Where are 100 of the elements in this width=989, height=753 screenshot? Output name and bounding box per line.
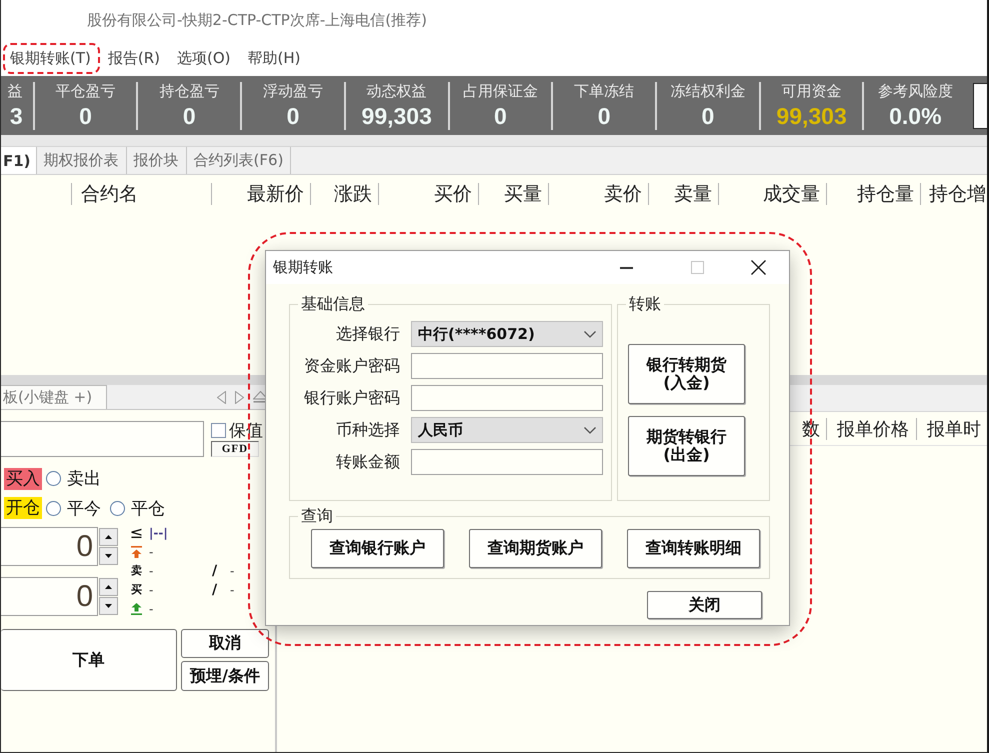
group-label: 查询 (300, 507, 334, 525)
price-value: - (230, 564, 236, 578)
radio-option[interactable]: 平仓 (110, 496, 165, 520)
summary-value: 99,303 (776, 102, 847, 130)
arrow-bar-icon (131, 546, 142, 558)
column-header: 买价 (434, 182, 472, 204)
price-value: - (149, 582, 154, 596)
summary-value: 99,303 (362, 102, 432, 130)
dropdown-field[interactable]: GFD (211, 441, 259, 457)
radio-icon (46, 500, 61, 516)
column-header: 卖价 (604, 182, 642, 204)
triangle-left-icon[interactable] (217, 390, 226, 404)
dropdown-field[interactable]: 人民币 (411, 417, 603, 443)
tab[interactable]: 合约列表(F6) (186, 147, 292, 174)
menu-item[interactable]: 选项(O) (171, 42, 237, 74)
column-header: 买量 (504, 182, 542, 204)
price-symbol: 卖 (131, 563, 142, 578)
minimize-icon (620, 266, 632, 268)
window-title: 股份有限公司-快期2-CTP-CTP次席-上海电信(推荐) (87, 10, 427, 30)
query-button[interactable]: 查询转账明细 (627, 529, 760, 568)
group-label: 基础信息 (300, 295, 366, 313)
maximize-icon (690, 261, 704, 274)
query-button[interactable]: 查询银行账户 (311, 529, 444, 568)
radio-option[interactable]: 平今 (46, 496, 101, 520)
input-field[interactable] (411, 449, 603, 475)
price-field[interactable]: 0 (1, 577, 98, 616)
column-header: 持仓量 (857, 182, 914, 204)
price-value: - (149, 544, 154, 558)
price-value: - (230, 582, 236, 596)
caret-down-icon (105, 554, 112, 558)
summary-label: 参考风险度 (878, 82, 953, 100)
dropdown-field[interactable]: 中行(****6072) (411, 321, 603, 347)
spin-down-button[interactable] (99, 597, 118, 615)
query-button[interactable]: 查询期货账户 (469, 529, 602, 568)
action-button[interactable]: 预埋/条件 (181, 661, 269, 691)
summary-label: 动态权益 (366, 82, 427, 100)
summary-label: 冻结权利金 (670, 82, 746, 100)
triangle-right-icon[interactable] (235, 390, 244, 404)
field-label: 转账金额 (335, 451, 400, 473)
radio-icon (46, 471, 61, 486)
field-label: 银行账户密码 (303, 387, 400, 409)
input-field[interactable] (411, 385, 603, 411)
menu-item[interactable]: 报告(R) (102, 42, 166, 74)
chevron-down-icon (584, 330, 596, 338)
chevron-down-icon (584, 426, 596, 434)
transfer-button[interactable]: 银行转期货 (入金) (628, 344, 745, 404)
close-dialog-button[interactable]: 关闭 (647, 591, 762, 619)
summary-value: 0 (79, 102, 92, 130)
column-header: 报单价格 (837, 418, 909, 440)
tab[interactable]: F1) (1, 147, 37, 174)
column-header: 最新价 (247, 182, 304, 204)
summary-value: 0 (494, 102, 507, 130)
menu-item[interactable]: 帮助(H) (242, 42, 307, 74)
summary-label: 下单冻结 (574, 82, 634, 100)
summary-value: 0 (182, 102, 196, 130)
menu-item[interactable]: 银期转账(T) (4, 42, 97, 74)
column-header: 卖量 (674, 182, 712, 204)
quantity-field[interactable]: 0 (1, 527, 98, 566)
price-value: |--| (149, 526, 169, 540)
field-label: 资金账户密码 (303, 355, 400, 377)
transfer-button[interactable]: 期货转银行 (出金) (628, 416, 745, 476)
summary-value: 0.0% (889, 102, 942, 130)
summary-label: 浮动盈亏 (263, 82, 324, 100)
tab[interactable]: 报价块 (126, 147, 187, 174)
tab[interactable]: 板(小键盘 +) (1, 385, 107, 409)
caret-down-icon (105, 604, 112, 608)
caret-up-icon (105, 585, 112, 589)
input-field[interactable] (411, 353, 603, 379)
submit-button[interactable]: 下单 (1, 629, 177, 691)
radio-option[interactable]: 开仓 (4, 497, 42, 519)
radio-option[interactable]: 买入 (4, 468, 42, 490)
tab[interactable]: 期权报价表 (36, 147, 127, 174)
column-header: 数 (802, 418, 820, 440)
radio-icon (110, 500, 125, 516)
spin-up-button[interactable] (99, 578, 118, 596)
action-button[interactable]: 取消 (181, 629, 269, 658)
group-label: 转账 (628, 295, 662, 313)
toolbar-button[interactable] (973, 82, 987, 128)
arrow-bar-icon (131, 602, 142, 614)
field-label: 币种选择 (335, 419, 400, 441)
radio-option[interactable]: 卖出 (46, 467, 101, 490)
caret-up-icon (105, 535, 112, 539)
spin-down-button[interactable] (99, 547, 118, 565)
column-header: 成交量 (763, 182, 820, 204)
column-header: 报单时 (927, 418, 981, 440)
column-header: 合约名 (81, 182, 138, 204)
summary-label: 占用保证金 (462, 82, 538, 100)
summary-value: 0 (286, 102, 300, 130)
checkbox[interactable] (211, 422, 226, 438)
spin-up-button[interactable] (99, 528, 118, 546)
slash-text: / (212, 582, 218, 598)
summary-value: 0 (701, 102, 714, 130)
column-header: 涨跌 (334, 182, 372, 204)
summary-value: 0 (598, 102, 611, 130)
price-symbol: ≤ (130, 523, 144, 542)
close-icon (750, 260, 766, 275)
input-field[interactable] (1, 421, 204, 457)
price-value: - (149, 602, 154, 616)
price-symbol: 买 (131, 582, 142, 597)
column-header: 持仓增 (929, 182, 986, 204)
